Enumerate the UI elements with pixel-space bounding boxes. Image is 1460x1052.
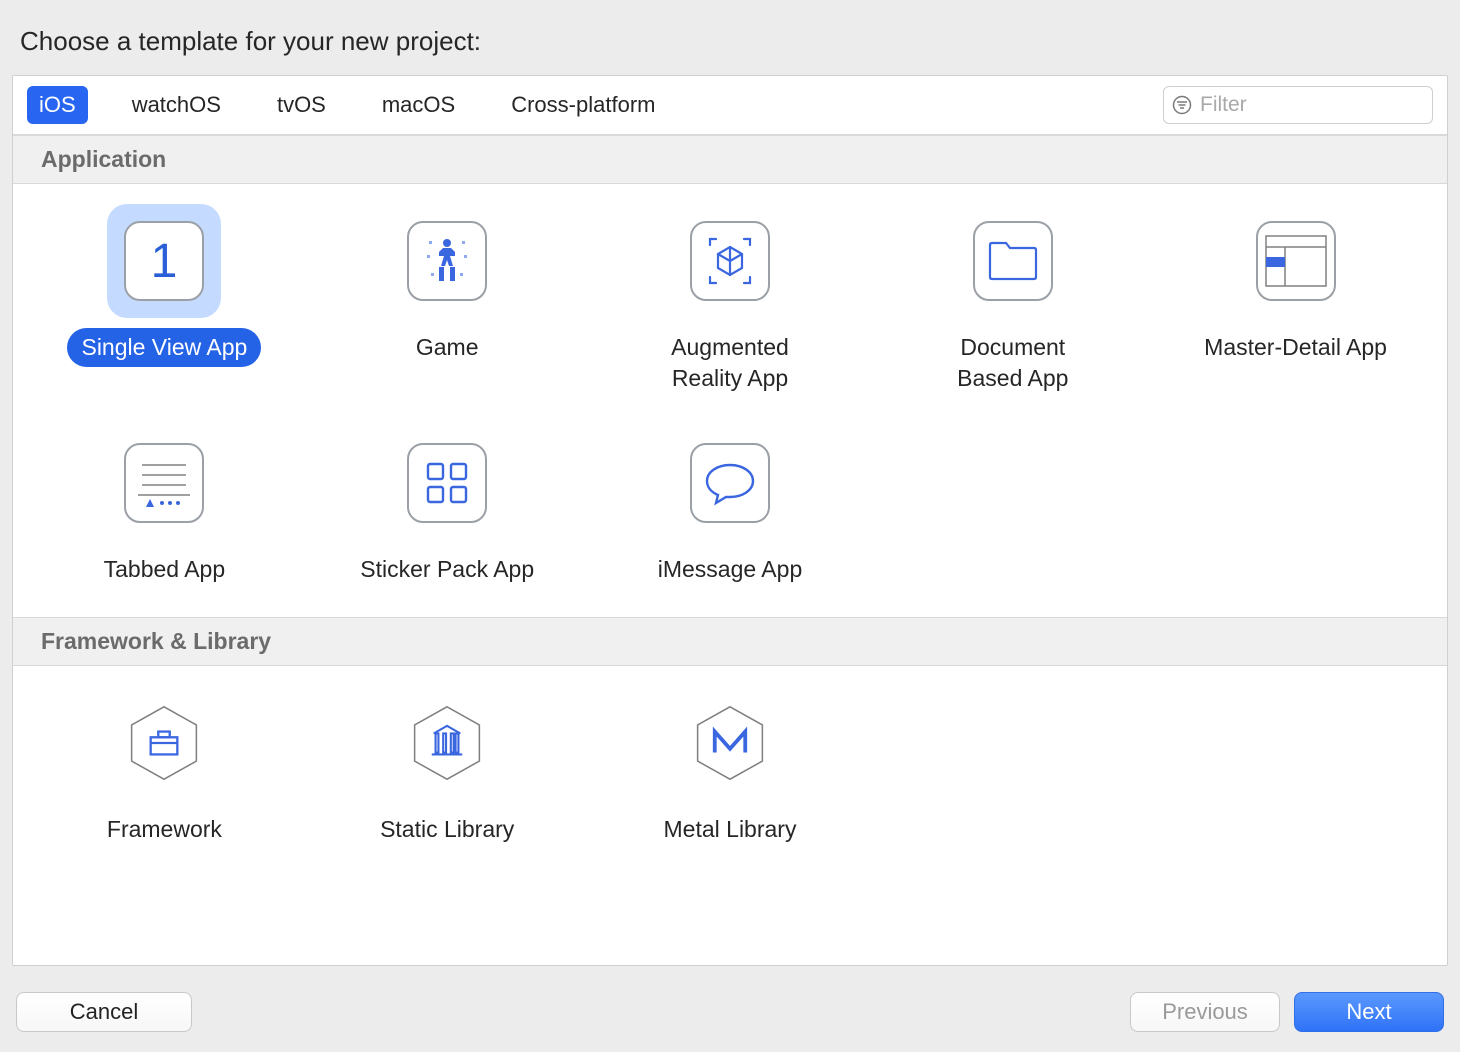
augmented-reality-icon bbox=[690, 221, 770, 301]
template-metal-library[interactable]: Metal Library bbox=[589, 680, 872, 849]
framework-icon bbox=[124, 703, 204, 783]
svg-text:1: 1 bbox=[151, 235, 178, 287]
filter-icon bbox=[1172, 95, 1192, 115]
template-chooser: iOS watchOS tvOS macOS Cross-platform Ap… bbox=[12, 75, 1448, 966]
application-grid: 1 Single View App bbox=[13, 184, 1447, 617]
single-view-app-icon: 1 bbox=[124, 221, 204, 301]
sticker-pack-icon bbox=[407, 443, 487, 523]
new-project-sheet: Choose a template for your new project: … bbox=[12, 12, 1448, 1040]
template-label: Single View App bbox=[67, 328, 261, 367]
tabbed-app-icon bbox=[124, 443, 204, 523]
template-single-view-app[interactable]: 1 Single View App bbox=[23, 198, 306, 398]
static-library-icon bbox=[407, 703, 487, 783]
metal-library-icon bbox=[690, 703, 770, 783]
filter-input[interactable] bbox=[1200, 93, 1424, 117]
template-label: Tabbed App bbox=[90, 550, 240, 589]
sheet-title: Choose a template for your new project: bbox=[12, 12, 1448, 75]
platform-tab-watchos[interactable]: watchOS bbox=[120, 86, 233, 124]
template-label: iMessage App bbox=[644, 550, 816, 589]
document-icon bbox=[973, 221, 1053, 301]
master-detail-icon bbox=[1256, 221, 1336, 301]
section-header-application: Application bbox=[13, 135, 1447, 184]
template-tabbed-app[interactable]: Tabbed App bbox=[23, 420, 306, 589]
framework-grid: Framework Stati bbox=[13, 666, 1447, 877]
imessage-icon bbox=[690, 443, 770, 523]
platform-toolbar: iOS watchOS tvOS macOS Cross-platform bbox=[13, 76, 1447, 135]
platform-tab-crossplatform[interactable]: Cross-platform bbox=[499, 86, 667, 124]
section-header-framework-library: Framework & Library bbox=[13, 617, 1447, 666]
previous-button[interactable]: Previous bbox=[1130, 992, 1280, 1032]
template-imessage-app[interactable]: iMessage App bbox=[589, 420, 872, 589]
filter-field[interactable] bbox=[1163, 86, 1433, 124]
platform-tab-macos[interactable]: macOS bbox=[370, 86, 467, 124]
template-label: Metal Library bbox=[650, 810, 811, 849]
template-label: Static Library bbox=[366, 810, 528, 849]
game-icon bbox=[407, 221, 487, 301]
template-master-detail-app[interactable]: Master-Detail App bbox=[1154, 198, 1437, 398]
platform-tab-tvos[interactable]: tvOS bbox=[265, 86, 338, 124]
template-sticker-pack-app[interactable]: Sticker Pack App bbox=[306, 420, 589, 589]
template-framework[interactable]: Framework bbox=[23, 680, 306, 849]
template-label: Augmented Reality App bbox=[657, 328, 803, 398]
template-label: Document Based App bbox=[943, 328, 1082, 398]
template-label: Master-Detail App bbox=[1190, 328, 1401, 367]
template-label: Sticker Pack App bbox=[346, 550, 548, 589]
cancel-button[interactable]: Cancel bbox=[16, 992, 192, 1032]
platform-tab-ios[interactable]: iOS bbox=[27, 86, 88, 124]
next-button[interactable]: Next bbox=[1294, 992, 1444, 1032]
template-label: Framework bbox=[93, 810, 236, 849]
template-game[interactable]: Game bbox=[306, 198, 589, 398]
footer-buttons: Cancel Previous Next bbox=[12, 966, 1448, 1040]
platform-tabs: iOS watchOS tvOS macOS Cross-platform bbox=[27, 86, 667, 124]
template-static-library[interactable]: Static Library bbox=[306, 680, 589, 849]
template-augmented-reality-app[interactable]: Augmented Reality App bbox=[589, 198, 872, 398]
template-label: Game bbox=[402, 328, 493, 367]
template-document-based-app[interactable]: Document Based App bbox=[871, 198, 1154, 398]
